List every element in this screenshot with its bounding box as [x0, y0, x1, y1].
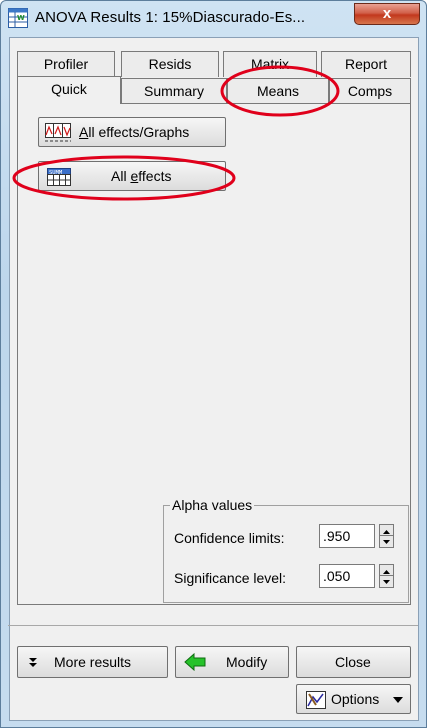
footer-divider: [8, 625, 418, 626]
tab-comps[interactable]: Comps: [329, 78, 411, 104]
tab-matrix[interactable]: Matrix: [223, 51, 317, 77]
chevron-down-icon: [393, 697, 403, 703]
all-effects-button[interactable]: SUMM All e ffects: [38, 161, 226, 191]
significance-level-value: .050: [323, 568, 351, 584]
tab-label: Quick: [51, 81, 87, 97]
tab-label: Report: [344, 56, 388, 72]
significance-level-spinner[interactable]: [379, 564, 394, 588]
tab-quick[interactable]: Quick: [17, 76, 121, 104]
tab-profiler[interactable]: Profiler: [17, 51, 115, 77]
spin-down-icon[interactable]: [380, 536, 393, 547]
graph-grid-icon: [45, 123, 71, 142]
tab-summary[interactable]: Summary: [121, 78, 227, 104]
alpha-values-legend: Alpha values: [170, 497, 255, 513]
modify-label: Modify: [226, 654, 268, 670]
all-effects-graphs-label: All effects/Graphs: [79, 124, 190, 140]
options-label: Options: [331, 691, 380, 707]
window-title: ANOVA Results 1: 15%Diascurado-Es...: [35, 9, 306, 26]
spreadsheet-icon: W: [8, 8, 28, 28]
significance-level-input[interactable]: .050: [319, 564, 375, 588]
close-label: Close: [335, 654, 371, 670]
close-button[interactable]: Close: [296, 646, 411, 678]
close-icon: x: [382, 5, 392, 22]
alpha-values-group: Alpha values Confidence limits: .950 Sig…: [163, 497, 409, 603]
summary-table-icon: SUMM: [47, 168, 71, 186]
spin-down-icon[interactable]: [380, 576, 393, 587]
tab-label: Resids: [148, 56, 192, 72]
close-window-button[interactable]: x: [354, 3, 420, 25]
tab-label: Profiler: [43, 56, 89, 72]
options-button[interactable]: Options: [296, 684, 411, 714]
all-effects-graphs-button[interactable]: All effects/Graphs: [38, 117, 226, 147]
tab-label: Comps: [347, 83, 393, 99]
tab-report[interactable]: Report: [321, 51, 411, 77]
double-chevron-down-icon: [29, 658, 37, 667]
confidence-limits-input[interactable]: .950: [319, 524, 375, 548]
all-effects-label: All e ffects: [111, 168, 172, 184]
chart-options-icon: [306, 691, 326, 709]
confidence-limits-label: Confidence limits:: [174, 530, 285, 546]
tab-means[interactable]: Means: [227, 78, 329, 104]
green-left-arrow-icon: [184, 653, 206, 671]
modify-button[interactable]: Modify: [175, 646, 289, 678]
title-bar[interactable]: W ANOVA Results 1: 15%Diascurado-Es... x: [1, 1, 426, 35]
spin-up-icon[interactable]: [380, 525, 393, 536]
confidence-limits-value: .950: [323, 528, 351, 544]
tab-label: Summary: [144, 83, 204, 99]
more-results-label: More results: [54, 654, 132, 670]
confidence-limits-spinner[interactable]: [379, 524, 394, 548]
significance-level-label: Significance level:: [174, 570, 287, 586]
tab-label: Matrix: [250, 56, 290, 72]
svg-text:W: W: [17, 14, 25, 22]
tab-resids[interactable]: Resids: [121, 51, 219, 77]
spin-up-icon[interactable]: [380, 565, 393, 576]
more-results-button[interactable]: More results: [17, 646, 168, 678]
tab-label: Means: [256, 83, 300, 99]
